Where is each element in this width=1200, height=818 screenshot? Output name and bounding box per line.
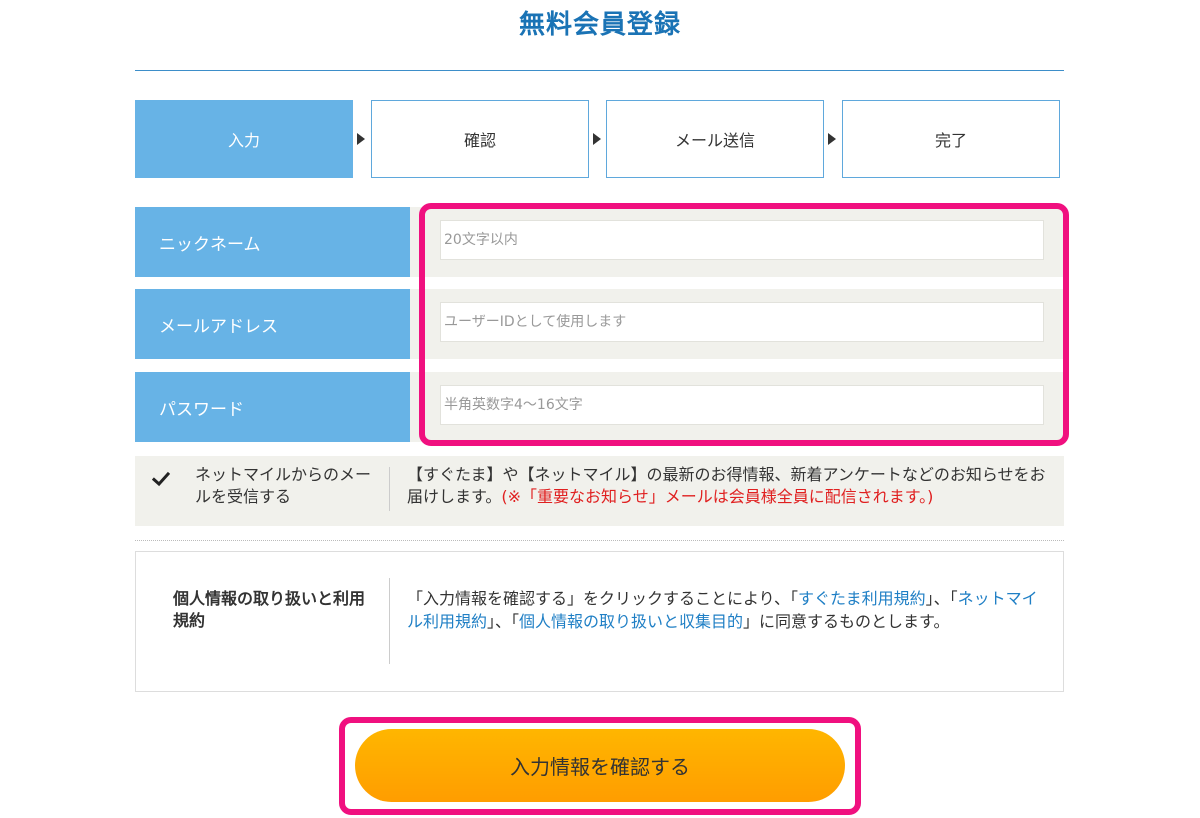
terms-heading: 個人情報の取り扱いと利用規約 [173, 589, 366, 630]
step-arrow-icon [828, 133, 836, 145]
privacy-policy-link[interactable]: 個人情報の取り扱いと収集目的 [519, 612, 743, 631]
important-notice: (※「重要なお知らせ」メールは会員様全員に配信されます。) [501, 487, 934, 506]
nickname-input[interactable] [440, 220, 1044, 260]
newsletter-checkbox-label[interactable]: ネットマイルからのメールを受信する [195, 464, 375, 508]
title-divider [135, 70, 1064, 71]
terms-text: 「入力情報を確認する」をクリックすることにより、「すぐたま利用規約」、「ネットマ… [407, 587, 1052, 633]
terms-text-part: 」、「 [487, 612, 520, 631]
email-label: メールアドレス [135, 289, 410, 359]
terms-text-part: 」に同意するものとします。 [743, 612, 950, 631]
step-arrow-icon [593, 133, 601, 145]
terms-text-part: 「入力情報を確認する」をクリックすることにより、「 [407, 589, 799, 608]
nickname-label: ニックネーム [135, 207, 410, 277]
step-confirm: 確認 [371, 100, 589, 178]
checkmark-icon [152, 471, 170, 487]
section-divider [135, 540, 1064, 541]
newsletter-checkbox[interactable] [150, 468, 172, 490]
page-title: 無料会員登録 [518, 10, 681, 40]
step-mail-sent: メール送信 [606, 100, 824, 178]
terms-divider [389, 578, 390, 664]
newsletter-description: 【すぐたま】や【ネットマイル】の最新のお得情報、新着アンケートなどのお知らせをお… [407, 464, 1057, 508]
email-input[interactable] [440, 302, 1044, 342]
step-complete: 完了 [842, 100, 1060, 178]
password-input[interactable] [440, 385, 1044, 425]
step-arrow-icon [357, 133, 365, 145]
step-input: 入力 [135, 100, 353, 178]
sugutama-terms-link[interactable]: すぐたま利用規約 [798, 589, 926, 608]
password-label: パスワード [135, 372, 410, 442]
confirm-input-button[interactable]: 入力情報を確認する [355, 729, 845, 802]
consent-divider [389, 467, 390, 511]
terms-text-part: 」、「 [925, 589, 958, 608]
